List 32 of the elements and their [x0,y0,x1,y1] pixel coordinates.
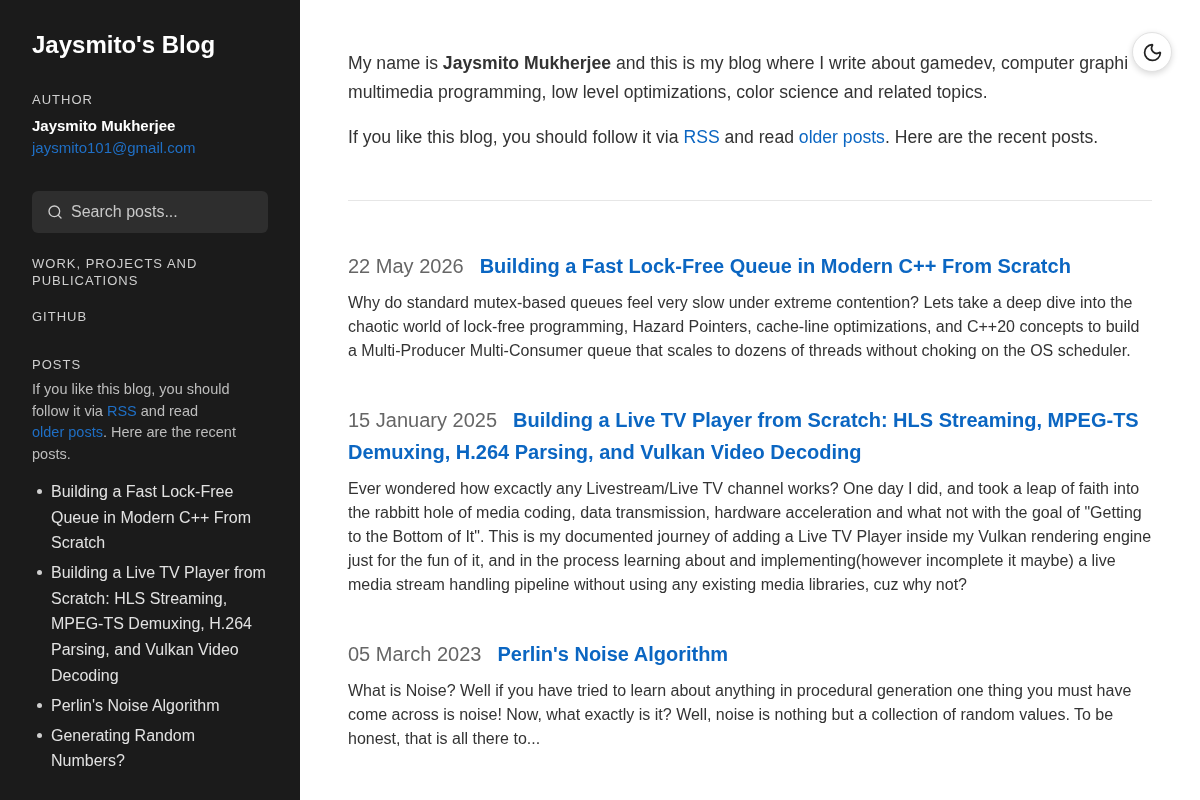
moon-icon [1141,41,1163,63]
intro-paragraph: My name is Jaysmito Mukherjee and this is my blog where I write about gamedev, computer graphi multimedia programming, low level optimizations, color science and related topics. [348,52,1129,104]
post-link[interactable]: Building a Live TV Player from Scratch: HLS Streaming, MPEG-TS Demuxing, H.264 Parsing, and Vulkan Video Decoding [51,560,268,689]
bullet-icon [37,570,42,576]
inline-link[interactable]: older posts [32,424,103,440]
post-excerpt: Ever wondered how excactly any Livestream/Live TV channel works? One day I did, and took a leap of faith into the rabbitt hole of media coding, data transmission, hardware acceleration and what not with the goal of "Getting to the Bottom of It". This is my documented journey of adding a Live TV Player inside my Vulkan rendering engine just for the fun of it, and in the process learning about and implementing(however incomplete it maybe) a live media stream handling pipeline without using any existing media libraries, cuz why not? [348,479,1152,595]
post-excerpt: Why do standard mutex-based queues feel very slow under extreme contention? Lets take a deep dive into the chaotic world of lock-free programming, Hazard Pointers, cache-line optimizations, and C++20 concepts to build a Multi-Producer Multi-Consumer queue that scales to dozens of threads without choking on the OS scheduler. [348,293,1141,361]
posts-heading: POSTS [32,356,82,373]
bullet-icon [37,702,42,708]
post-heading[interactable]: 22 May 2026 Building a Fast Lock-Free Queue in Modern C++ From Scratch [348,250,1071,282]
inline-link[interactable]: older posts [798,127,885,148]
post-link[interactable]: Building a Fast Lock-Free Queue in Modern C++ From Scratch [51,479,268,556]
author-name: Jaysmito Mukherjee [32,116,176,136]
search-field[interactable]: Search posts... [32,191,268,233]
posts-note: If you like this blog, you should follow it via RSS and read older posts. Here are the recent posts. [32,380,237,464]
post-link[interactable]: Generating Random Numbers? [51,722,268,775]
post-heading[interactable]: 05 March 2023 Perlin's Noise Algorithm [348,638,729,670]
follow-paragraph: If you like this blog, you should follow it via RSS and read older posts. Here are the recent posts. [348,126,1099,150]
inline-link[interactable]: RSS [106,402,137,419]
post-heading[interactable]: 15 January 2025 Building a Live TV Player from Scratch: HLS Streaming, MPEG-TS Demuxing, H.264 Parsing, and Vulkan Video Decoding [348,404,1152,468]
author-label: AUTHOR [32,92,93,108]
search-icon [47,204,63,220]
theme-toggle-button[interactable] [1132,32,1172,72]
nav-link[interactable]: GITHUB [32,308,268,325]
inline-link[interactable]: RSS [683,127,720,148]
nav-link[interactable]: WORK, PROJECTS AND PUBLICATIONS [32,255,268,289]
bullet-icon [37,489,42,494]
email-link[interactable]: jaysmito101@gmail.com [32,137,196,159]
post-excerpt: What is Noise? Well if you have tried to learn about anything in procedural generation one thing you must have come across is noise! Now, what exactly is it? Well, noise is nothing but a collection of random values. To be honest, that is all there to... [348,681,1133,749]
blog-title: Jaysmito's Blog [32,30,216,60]
bullet-icon [37,732,42,738]
post-link[interactable]: Perlin's Noise Algorithm [51,692,220,719]
